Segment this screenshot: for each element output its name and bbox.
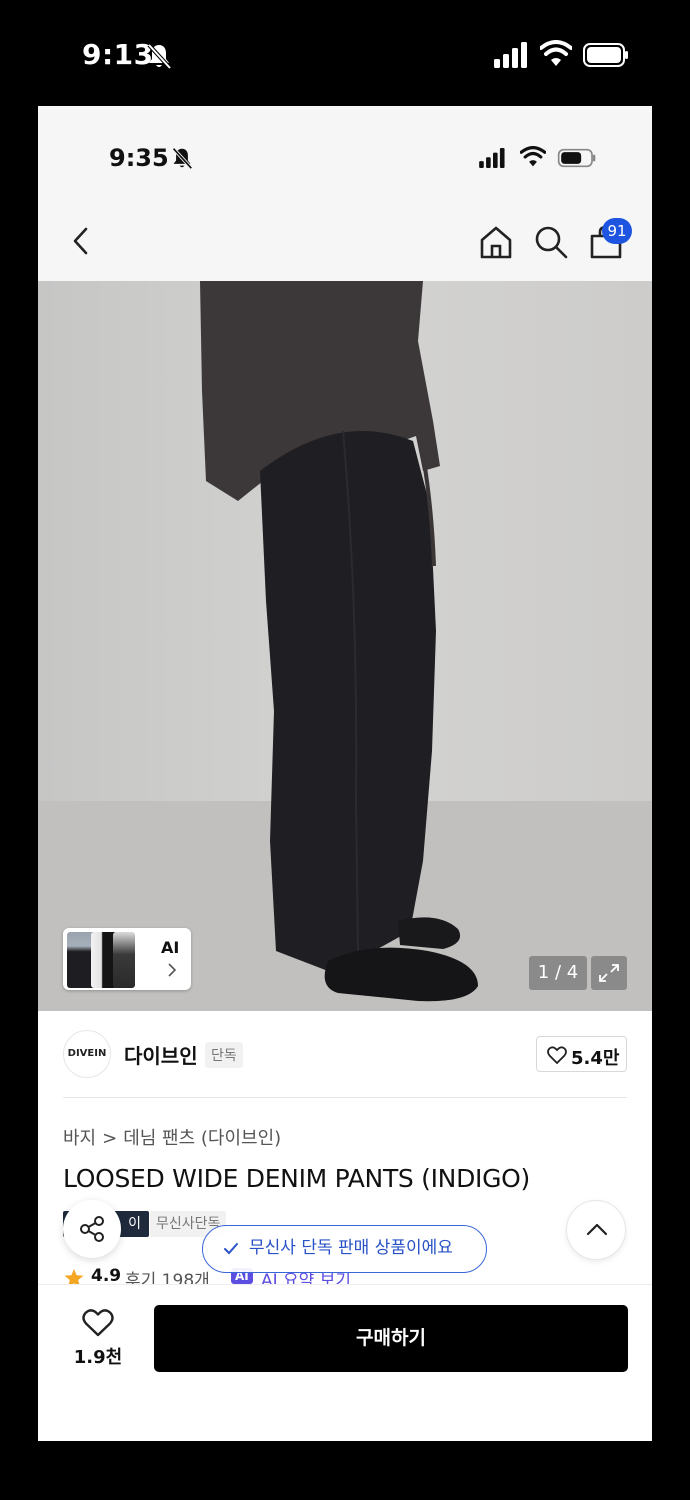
brand-logo[interactable]: DIVEIN <box>63 1030 111 1078</box>
heart-icon[interactable] <box>82 1309 114 1337</box>
expand-image-button[interactable] <box>591 956 627 990</box>
scroll-to-top-button[interactable] <box>566 1200 626 1260</box>
breadcrumb-category[interactable]: 바지 <box>63 1128 96 1149</box>
wishlist-count: 1.9천 <box>73 1347 123 1368</box>
expand-icon <box>599 964 619 982</box>
bell-muted-icon <box>147 43 172 70</box>
brand-like-button[interactable]: 5.4만 <box>536 1036 627 1072</box>
product-image[interactable]: AI 1 / 4 <box>38 281 652 1011</box>
app-screenshot: 9:35 91 AI 1 / 4 DIVEIN 다이브인 단독 5.4만 바지 … <box>38 106 652 1441</box>
divider <box>63 1097 627 1098</box>
bell-muted-icon <box>172 147 193 170</box>
inner-status-time: 9:35 <box>109 144 169 172</box>
breadcrumb: 바지 > 데님 팬츠 (다이브인) <box>63 1124 281 1150</box>
thumbnail-3 <box>113 932 135 988</box>
toast-message: 무신사 단독 판매 상품이에요 <box>249 1238 453 1258</box>
breadcrumb-subcategory[interactable]: 데님 팬츠 (다이브인) <box>123 1128 281 1149</box>
outer-status-bar: 9:13 <box>0 0 690 106</box>
ai-label: AI <box>161 938 180 957</box>
brand-exclusive-tag: 단독 <box>205 1042 243 1068</box>
outer-status-time: 9:13 <box>82 38 154 71</box>
exclusive-toast: 무신사 단독 판매 상품이에요 <box>202 1225 487 1273</box>
battery-icon <box>557 148 596 168</box>
battery-icon <box>583 43 628 67</box>
rating-score: 4.9 <box>91 1266 122 1286</box>
product-title: LOOSED WIDE DENIM PANTS (INDIGO) <box>63 1164 530 1193</box>
brand-name[interactable]: 다이브인 <box>124 1040 198 1069</box>
check-icon <box>224 1243 238 1255</box>
inner-status-bar: 9:35 <box>38 106 652 206</box>
cellular-signal-icon <box>494 42 527 68</box>
cart-count-badge: 91 <box>602 218 632 244</box>
wifi-icon <box>520 146 546 167</box>
top-nav-bar: 91 <box>38 206 652 281</box>
chevron-up-icon <box>586 1223 608 1236</box>
buy-button[interactable]: 구매하기 <box>154 1305 628 1372</box>
ai-thumbnail-strip[interactable]: AI <box>63 928 191 990</box>
back-arrow-icon[interactable] <box>68 224 94 258</box>
brand-like-count: 5.4만 <box>571 1048 620 1069</box>
product-photo-scene <box>38 281 652 1011</box>
wifi-icon <box>540 40 572 66</box>
bottom-purchase-bar: 1.9천 구매하기 <box>38 1284 652 1441</box>
cellular-signal-icon <box>479 148 505 168</box>
heart-icon <box>547 1046 567 1064</box>
search-icon[interactable] <box>533 224 569 260</box>
home-icon[interactable] <box>478 224 514 260</box>
breadcrumb-separator: > <box>102 1128 118 1149</box>
share-button[interactable] <box>63 1200 121 1258</box>
share-icon <box>80 1216 104 1242</box>
image-page-indicator: 1 / 4 <box>529 956 587 990</box>
chevron-right-icon <box>168 963 177 977</box>
